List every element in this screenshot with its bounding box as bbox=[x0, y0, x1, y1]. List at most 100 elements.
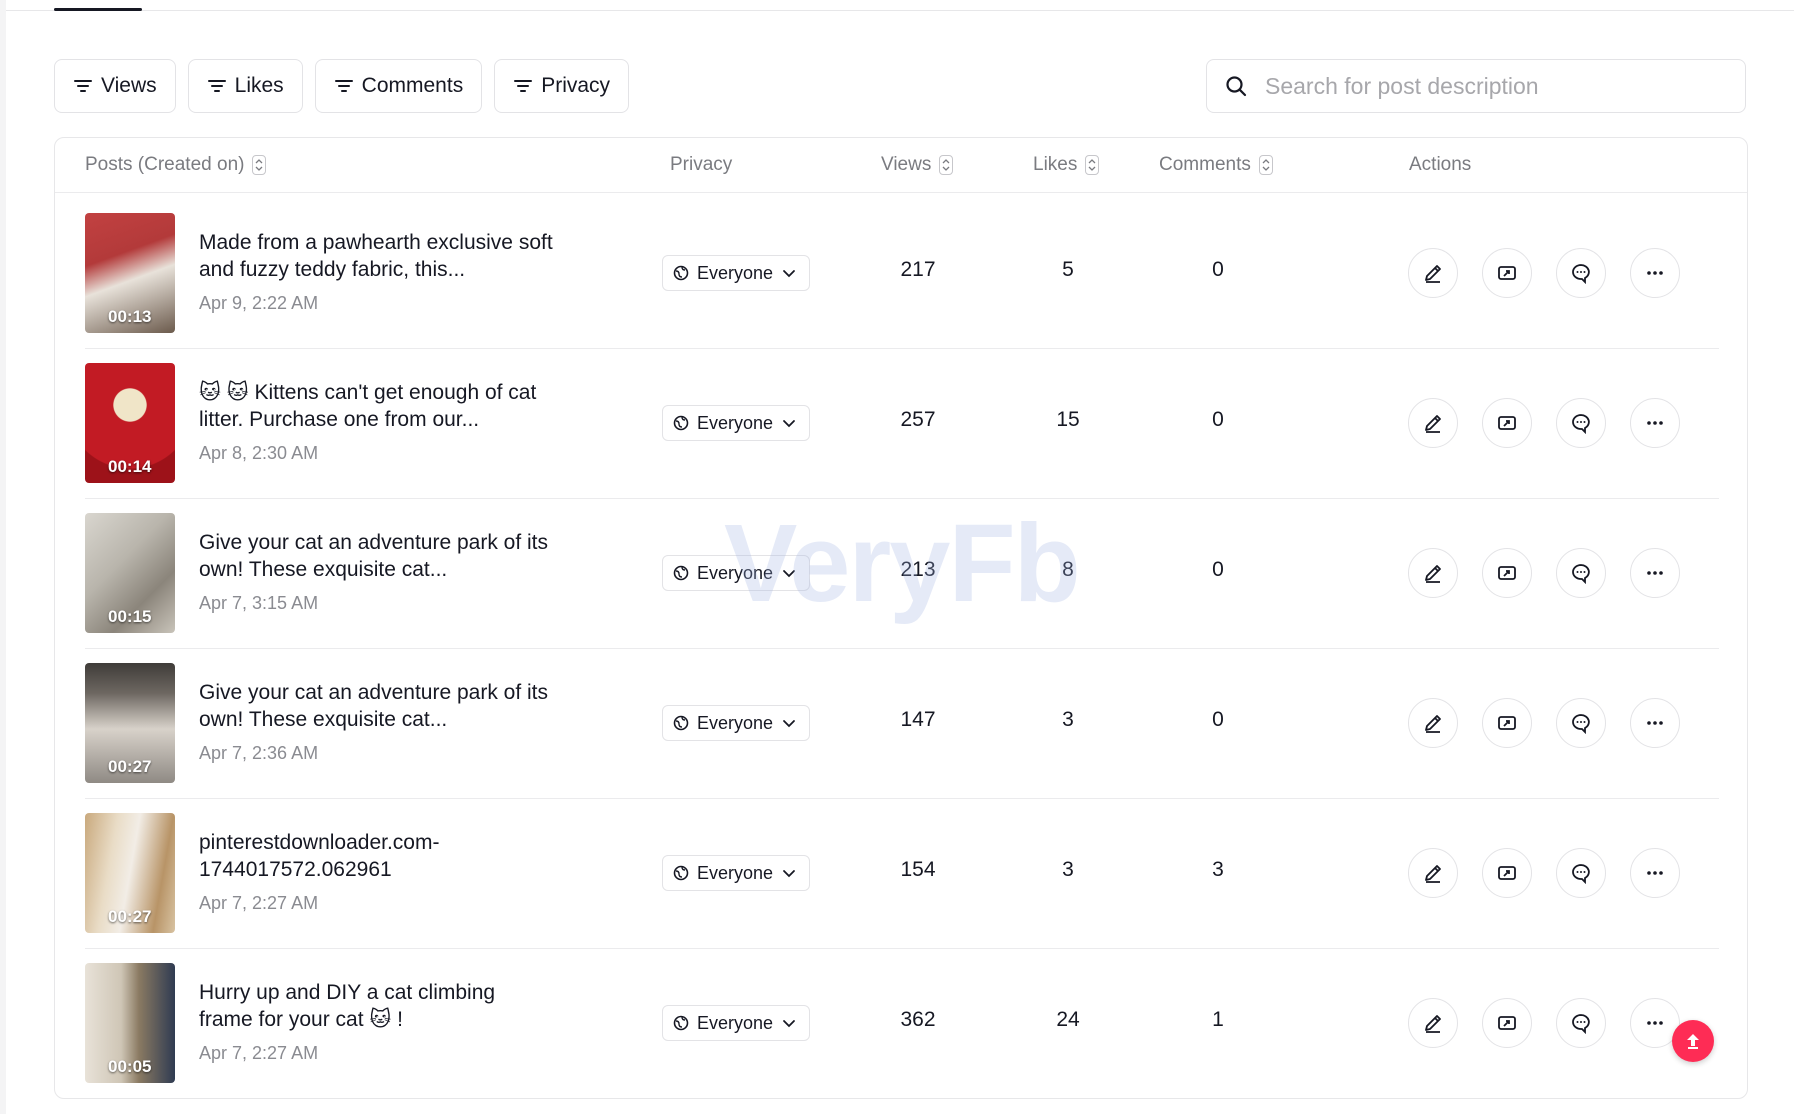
views-count: 257 bbox=[900, 408, 936, 431]
edit-button[interactable] bbox=[1408, 398, 1458, 448]
header-views[interactable]: Views bbox=[881, 138, 954, 192]
video-thumbnail[interactable]: 00:27 bbox=[85, 663, 175, 783]
post-date: Apr 7, 2:27 AM bbox=[199, 893, 319, 913]
video-duration: 00:14 bbox=[108, 457, 152, 476]
search-input[interactable] bbox=[1263, 71, 1727, 101]
share-icon bbox=[1498, 266, 1516, 280]
post-description[interactable]: Hurry up and DIY a cat climbing frame fo… bbox=[199, 979, 519, 1033]
more-icon bbox=[1647, 571, 1663, 575]
privacy-value: Everyone bbox=[697, 1012, 774, 1033]
chevron-down-icon bbox=[783, 420, 795, 428]
likes-count: 24 bbox=[1056, 1008, 1080, 1031]
post-description[interactable]: pinterestdownloader.com-1744017572.06296… bbox=[199, 829, 449, 883]
video-thumbnail[interactable]: 00:27 bbox=[85, 813, 175, 933]
post-date: Apr 8, 2:30 AM bbox=[199, 443, 319, 463]
share-button[interactable] bbox=[1482, 998, 1532, 1048]
likes-count: 3 bbox=[1062, 858, 1074, 881]
chevron-down-icon bbox=[783, 720, 795, 728]
comments-button[interactable] bbox=[1556, 998, 1606, 1048]
share-button[interactable] bbox=[1482, 398, 1532, 448]
privacy-dropdown[interactable]: Everyone bbox=[662, 705, 811, 741]
header-comments[interactable]: Comments bbox=[1159, 138, 1273, 192]
scroll-to-top-button[interactable] bbox=[1672, 1020, 1714, 1062]
share-icon bbox=[1498, 416, 1516, 430]
post-description[interactable]: 🐱 🐱 Kittens can't get enough of cat litt… bbox=[199, 379, 559, 433]
edit-button[interactable] bbox=[1408, 248, 1458, 298]
privacy-value: Everyone bbox=[697, 412, 774, 433]
edit-button[interactable] bbox=[1408, 548, 1458, 598]
post-description[interactable]: Give your cat an adventure park of its o… bbox=[199, 679, 559, 733]
privacy-filter-button[interactable]: Privacy bbox=[494, 59, 630, 113]
edit-icon bbox=[1425, 265, 1441, 283]
privacy-value: Everyone bbox=[697, 562, 774, 583]
video-thumbnail[interactable]: 00:14 bbox=[85, 363, 175, 483]
privacy-value: Everyone bbox=[697, 862, 774, 883]
globe-icon bbox=[673, 415, 689, 431]
video-thumbnail[interactable]: 00:13 bbox=[85, 213, 175, 333]
video-thumbnail[interactable]: 00:15 bbox=[85, 513, 175, 633]
edit-button[interactable] bbox=[1408, 998, 1458, 1048]
share-button[interactable] bbox=[1482, 548, 1532, 598]
post-date: Apr 7, 2:27 AM bbox=[199, 1043, 319, 1063]
views-filter-button[interactable]: Views bbox=[54, 59, 176, 113]
views-count: 213 bbox=[900, 558, 936, 581]
comments-button[interactable] bbox=[1556, 548, 1606, 598]
video-duration: 00:27 bbox=[108, 757, 152, 776]
edit-button[interactable] bbox=[1408, 698, 1458, 748]
table-row: 00:05 Hurry up and DIY a cat climbing fr… bbox=[55, 948, 1747, 1098]
more-button[interactable] bbox=[1630, 848, 1680, 898]
edit-button[interactable] bbox=[1408, 848, 1458, 898]
sort-icon[interactable] bbox=[1258, 155, 1273, 175]
header-actions-label: Actions bbox=[1409, 154, 1472, 175]
chevron-down-icon bbox=[783, 870, 795, 878]
header-likes[interactable]: Likes bbox=[1033, 138, 1100, 192]
arrow-up-icon bbox=[1687, 1034, 1699, 1049]
likes-count: 8 bbox=[1062, 558, 1074, 581]
share-button[interactable] bbox=[1482, 848, 1532, 898]
comments-button[interactable] bbox=[1556, 698, 1606, 748]
globe-icon bbox=[673, 265, 689, 281]
privacy-dropdown[interactable]: Everyone bbox=[662, 405, 811, 441]
sort-icon[interactable] bbox=[939, 155, 954, 175]
post-description[interactable]: Made from a pawhearth exclusive soft and… bbox=[199, 229, 559, 283]
header-posts-label: Posts (Created on) bbox=[85, 154, 245, 175]
more-button[interactable] bbox=[1630, 248, 1680, 298]
comment-icon bbox=[1572, 414, 1590, 434]
comments-button[interactable] bbox=[1556, 248, 1606, 298]
more-button[interactable] bbox=[1630, 398, 1680, 448]
header-posts[interactable]: Posts (Created on) bbox=[85, 138, 267, 192]
comments-count: 1 bbox=[1212, 1008, 1224, 1031]
privacy-value: Everyone bbox=[697, 712, 774, 733]
more-button[interactable] bbox=[1630, 548, 1680, 598]
more-icon bbox=[1647, 721, 1663, 725]
sort-icon[interactable] bbox=[252, 155, 267, 175]
comments-filter-button[interactable]: Comments bbox=[314, 59, 483, 113]
privacy-dropdown[interactable]: Everyone bbox=[662, 1005, 811, 1041]
post-date: Apr 7, 3:15 AM bbox=[199, 593, 319, 613]
edit-icon bbox=[1425, 1015, 1441, 1033]
comments-button[interactable] bbox=[1556, 398, 1606, 448]
comments-button[interactable] bbox=[1556, 848, 1606, 898]
header-actions: Actions bbox=[1409, 138, 1471, 192]
privacy-filter-label: Privacy bbox=[541, 74, 611, 97]
likes-filter-button[interactable]: Likes bbox=[187, 59, 303, 113]
privacy-dropdown[interactable]: Everyone bbox=[662, 855, 811, 891]
filter-bar: Views Likes Comments Privacy bbox=[54, 59, 630, 113]
video-thumbnail[interactable]: 00:05 bbox=[85, 963, 175, 1083]
post-description[interactable]: Give your cat an adventure park of its o… bbox=[199, 529, 559, 583]
privacy-value: Everyone bbox=[697, 262, 774, 283]
more-button[interactable] bbox=[1630, 698, 1680, 748]
share-button[interactable] bbox=[1482, 698, 1532, 748]
sort-icon[interactable] bbox=[1085, 155, 1100, 175]
top-divider bbox=[6, 10, 1794, 11]
likes-count: 3 bbox=[1062, 708, 1074, 731]
edit-icon bbox=[1425, 565, 1441, 583]
share-button[interactable] bbox=[1482, 248, 1532, 298]
chevron-down-icon bbox=[783, 570, 795, 578]
privacy-dropdown[interactable]: Everyone bbox=[662, 555, 811, 591]
privacy-dropdown[interactable]: Everyone bbox=[662, 255, 811, 291]
active-tab-indicator bbox=[54, 8, 142, 11]
globe-icon bbox=[673, 865, 689, 881]
header-privacy: Privacy bbox=[670, 138, 732, 192]
comment-icon bbox=[1572, 1014, 1590, 1034]
